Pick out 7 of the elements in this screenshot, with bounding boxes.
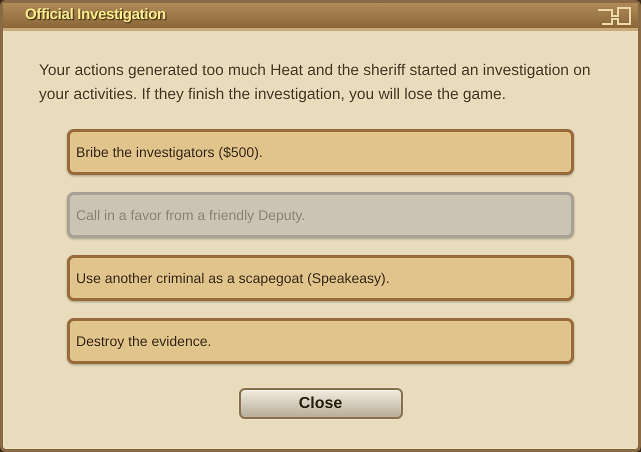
option-button[interactable]: Bribe the investigators ($500). <box>67 129 574 176</box>
option-button[interactable]: Use another criminal as a scapegoat (Speakeasy). <box>67 255 574 302</box>
option-button[interactable]: Destroy the evidence. <box>67 318 574 364</box>
window-title: Official Investigation <box>25 5 166 26</box>
ornament-icon <box>596 6 632 26</box>
message-text: Your actions generated too much Heat and the sheriff started an investigation on your activities. If they finish the investigation, you will lose the game. <box>38 61 592 106</box>
close-button[interactable]: Close <box>238 388 402 420</box>
